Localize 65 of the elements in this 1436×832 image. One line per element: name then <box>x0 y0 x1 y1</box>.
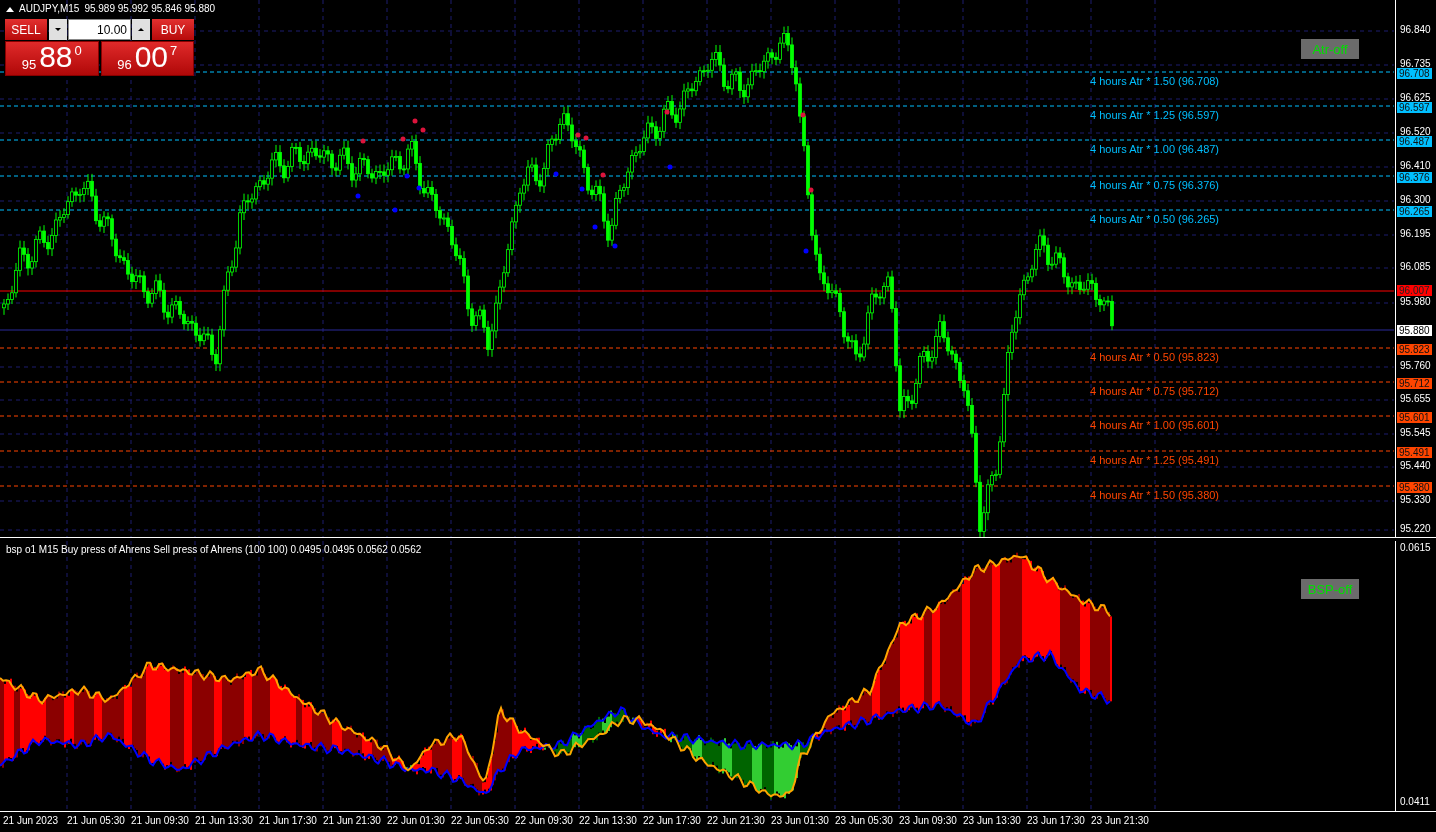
price-tag: 96.487 <box>1397 136 1432 147</box>
price-tag: 95.823 <box>1397 344 1432 355</box>
price-tag: 95.380 <box>1397 482 1432 493</box>
ask-price-tag: 96.007 <box>1397 285 1432 296</box>
atr-level-label: 4 hours Atr * 0.50 (96.265) <box>1090 213 1220 226</box>
price-tick-label: 96.840 <box>1400 25 1431 35</box>
atr-level-label: 4 hours Atr * 1.50 (95.380) <box>1090 489 1220 502</box>
atr-level-label: 4 hours Atr * 1.25 (95.491) <box>1090 454 1220 467</box>
price-tick-label: 95.440 <box>1400 461 1431 471</box>
price-tick-label: 96.735 <box>1400 59 1431 69</box>
price-tick-label: 96.625 <box>1400 93 1431 103</box>
price-tick-label: 96.085 <box>1400 262 1431 272</box>
price-tick-label: 95.220 <box>1400 524 1431 534</box>
time-tick-label: 23 Jun 17:30 <box>1027 814 1086 828</box>
bid-price-tag: 95.880 <box>1397 325 1432 336</box>
volume-field[interactable]: 10.00 <box>68 19 131 40</box>
time-tick-label: 22 Jun 13:30 <box>579 814 638 828</box>
atr-level-label: 4 hours Atr * 0.75 (95.712) <box>1090 385 1220 398</box>
price-tag: 96.376 <box>1397 172 1432 183</box>
atr-level-label: 4 hours Atr * 1.00 (96.487) <box>1090 143 1220 156</box>
price-tag: 96.597 <box>1397 102 1432 113</box>
price-tag: 96.708 <box>1397 68 1432 79</box>
price-tick-label: 95.330 <box>1400 495 1431 505</box>
time-tick-label: 23 Jun 13:30 <box>963 814 1022 828</box>
price-tick-label: 95.980 <box>1400 297 1431 307</box>
time-tick-label: 21 Jun 17:30 <box>259 814 318 828</box>
price-tick-label: 96.195 <box>1400 229 1431 239</box>
atr-level-label: 4 hours Atr * 0.50 (95.823) <box>1090 351 1220 364</box>
time-tick-label: 22 Jun 17:30 <box>643 814 702 828</box>
indicator-min-label: 0.0411 <box>1400 797 1430 807</box>
price-tag: 96.265 <box>1397 206 1432 217</box>
time-tick-label: 21 Jun 05:30 <box>67 814 126 828</box>
time-tick-label: 22 Jun 01:30 <box>387 814 446 828</box>
price-tag: 95.491 <box>1397 447 1432 458</box>
time-tick-label: 23 Jun 21:30 <box>1091 814 1150 828</box>
bsp-toggle-button[interactable]: BSP-off <box>1301 579 1359 599</box>
atr-level-label: 4 hours Atr * 1.25 (96.597) <box>1090 109 1220 122</box>
price-tag: 95.712 <box>1397 378 1432 389</box>
buy-button[interactable]: BUY <box>152 19 194 40</box>
price-tick-label: 95.655 <box>1400 394 1431 404</box>
time-tick-label: 22 Jun 21:30 <box>707 814 766 828</box>
atr-level-label: 4 hours Atr * 0.75 (96.376) <box>1090 179 1220 192</box>
time-tick-label: 23 Jun 09:30 <box>899 814 958 828</box>
price-tick-label: 96.520 <box>1400 127 1431 137</box>
time-tick-label: 23 Jun 05:30 <box>835 814 894 828</box>
indicator-title: bsp o1 M15 Buy press of Ahrens Sell press of Ahrens (100 100) 0.0495 0.0495 0.0562 0.0562 <box>6 544 422 556</box>
time-tick-label: 22 Jun 09:30 <box>515 814 574 828</box>
sell-button[interactable]: SELL <box>5 19 47 40</box>
atr-level-label: 4 hours Atr * 1.00 (95.601) <box>1090 419 1220 432</box>
symbol-label: AUDJPY,M15 <box>19 3 80 15</box>
indicator-max-label: 0.0615 <box>1400 543 1431 553</box>
price-tick-label: 95.545 <box>1400 428 1431 438</box>
atr-toggle-button[interactable]: Atr-off <box>1301 39 1359 59</box>
atr-level-label: 4 hours Atr * 1.50 (96.708) <box>1090 75 1220 88</box>
time-tick-label: 21 Jun 09:30 <box>131 814 190 828</box>
time-tick-label: 21 Jun 21:30 <box>323 814 382 828</box>
time-tick-label: 21 Jun 13:30 <box>195 814 254 828</box>
price-tick-label: 96.300 <box>1400 195 1431 205</box>
price-tag: 95.601 <box>1397 412 1432 423</box>
price-tick-label: 95.760 <box>1400 361 1431 371</box>
time-tick-label: 23 Jun 01:30 <box>771 814 830 828</box>
time-tick-label: 21 Jun 2023 <box>3 814 60 828</box>
ohlc-values: 95.989 95.992 95.846 95.880 <box>84 3 216 15</box>
time-tick-label: 22 Jun 05:30 <box>451 814 510 828</box>
price-tick-label: 96.410 <box>1400 161 1431 171</box>
